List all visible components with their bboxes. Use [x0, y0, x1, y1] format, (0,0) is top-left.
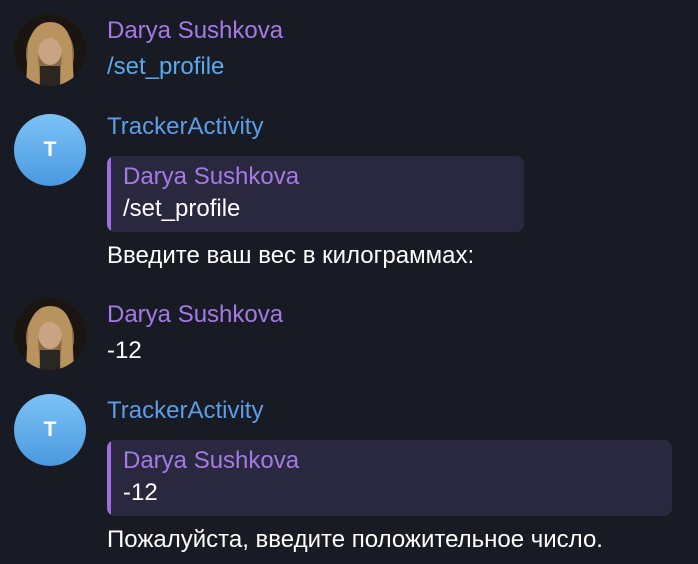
bot-avatar[interactable]: T — [14, 394, 86, 466]
sender-name[interactable]: Darya Sushkova — [107, 16, 283, 46]
bot-avatar-letter: T — [43, 418, 57, 441]
message-user-2: Darya Sushkova -12 — [0, 284, 698, 384]
user-avatar[interactable] — [14, 298, 86, 370]
sender-name[interactable]: TrackerActivity — [107, 396, 263, 426]
reply-bar — [107, 156, 111, 232]
sender-name[interactable]: TrackerActivity — [107, 112, 263, 142]
bot-avatar[interactable]: T — [14, 114, 86, 186]
message-bot-1: T TrackerActivity Darya Sushkova /set_pr… — [0, 100, 698, 280]
reply-text: -12 — [123, 479, 158, 506]
message-text: Пожалуйста, введите положительное число. — [107, 526, 603, 553]
message-text: -12 — [107, 337, 142, 364]
message-text: Введите ваш вес в килограммах: — [107, 242, 475, 269]
reply-sender: Darya Sushkova — [123, 163, 300, 190]
reply-text: /set_profile — [123, 195, 241, 222]
message-user-1: Darya Sushkova /set_profile — [0, 0, 698, 100]
user-photo-icon — [14, 298, 86, 370]
user-avatar[interactable] — [14, 14, 86, 86]
sender-name[interactable]: Darya Sushkova — [107, 300, 283, 330]
user-photo-icon — [14, 14, 86, 86]
reply-quote[interactable]: Darya Sushkova /set_profile — [107, 156, 524, 232]
reply-quote[interactable]: Darya Sushkova -12 — [107, 440, 672, 516]
command-link[interactable]: /set_profile — [107, 52, 224, 82]
reply-sender: Darya Sushkova — [123, 447, 300, 474]
bot-avatar-letter: T — [43, 138, 57, 161]
message-bot-2: T TrackerActivity Darya Sushkova -12 Пож… — [0, 384, 698, 564]
reply-bar — [107, 440, 111, 516]
